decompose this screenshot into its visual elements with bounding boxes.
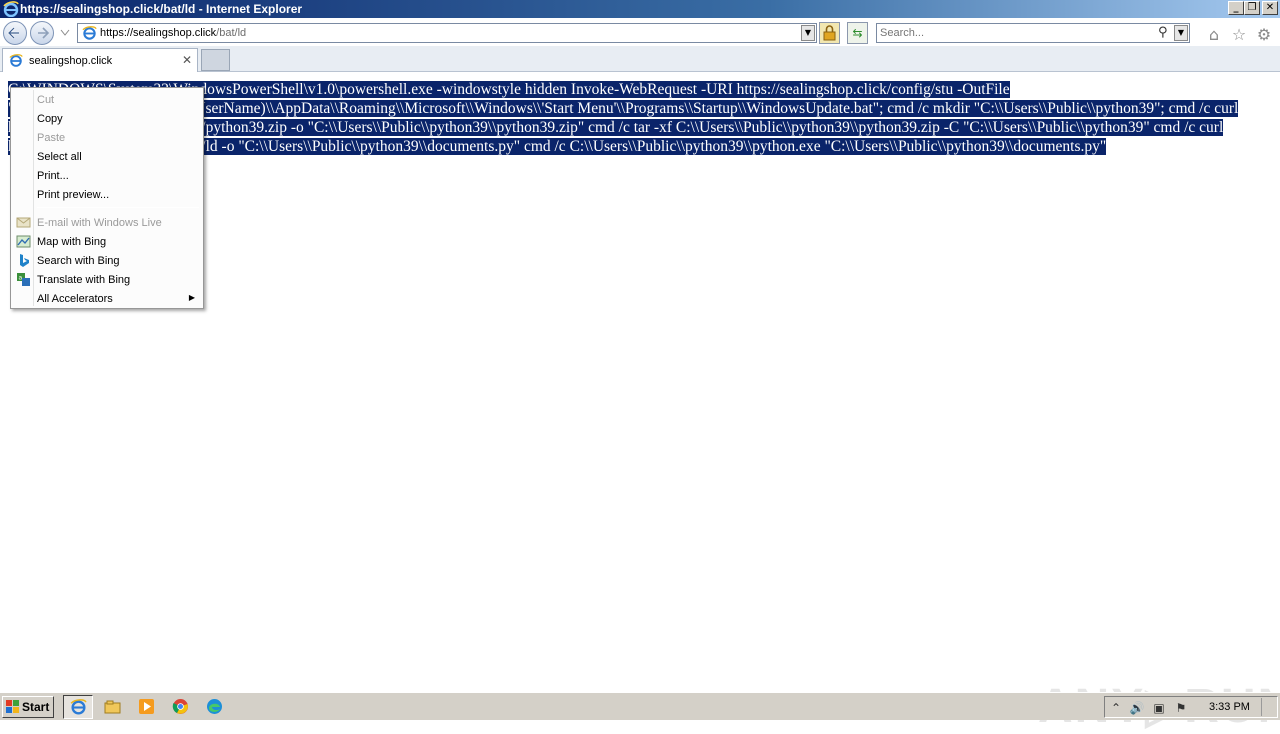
address-bar[interactable]: https://sealingshop.click/bat/ld ▼ [77, 23, 817, 43]
menu-label: E-mail with Windows Live [37, 217, 162, 229]
menu-label: Paste [37, 132, 66, 144]
start-button[interactable]: Start [2, 696, 54, 718]
refresh-icon: ⇆ [852, 26, 863, 40]
taskbar-file-explorer[interactable] [98, 695, 128, 719]
internet-explorer-icon [3, 1, 19, 17]
window-title: https://sealingshop.click/bat/ld - Inter… [20, 2, 303, 16]
menu-item-search-with-bing[interactable]: Search with Bing [13, 251, 201, 270]
network-icon[interactable]: ▣ [1151, 700, 1167, 716]
back-button[interactable] [3, 21, 27, 45]
bing-icon [20, 254, 29, 267]
submenu-arrow-icon: ▶ [188, 293, 195, 302]
menu-item-email-windows-live[interactable]: E-mail with Windows Live [13, 213, 201, 232]
start-label: Start [22, 700, 50, 714]
address-dropdown-icon[interactable]: ▼ [801, 25, 815, 41]
close-button[interactable]: ✕ [1262, 1, 1278, 15]
menu-item-select-all[interactable]: Select all [13, 147, 201, 166]
clock[interactable]: 3:33 PM [1209, 701, 1250, 713]
internet-explorer-icon [70, 699, 87, 715]
windows-flag-icon [6, 700, 19, 713]
minimize-button[interactable]: _ [1228, 1, 1244, 15]
menu-label: Translate with Bing [37, 274, 131, 286]
menu-separator [37, 207, 199, 208]
home-icon[interactable]: ⌂ [1205, 26, 1223, 44]
page-ie-icon [82, 26, 97, 40]
menu-item-print[interactable]: Print... [13, 166, 201, 185]
lock-icon [823, 25, 836, 41]
security-lock-button[interactable] [819, 22, 840, 44]
edge-icon [207, 699, 222, 714]
system-tray: ⌃ 🔊 ▣ ⚑ 3:33 PM [1104, 696, 1278, 718]
menu-item-print-preview[interactable]: Print preview... [13, 185, 201, 204]
tab-bar: sealingshop.click ✕ [0, 46, 1280, 72]
history-dropdown-icon[interactable] [60, 29, 70, 37]
menu-label: Copy [37, 113, 63, 125]
svg-text:a: a [19, 275, 23, 282]
new-tab-button[interactable] [201, 49, 230, 71]
menu-item-cut[interactable]: Cut [13, 90, 201, 109]
back-arrow-icon [7, 27, 19, 39]
tab-sealingshop[interactable]: sealingshop.click ✕ [2, 48, 198, 72]
taskbar-internet-explorer[interactable] [63, 695, 93, 719]
forward-arrow-icon [38, 27, 50, 39]
menu-label: Map with Bing [37, 236, 107, 248]
volume-icon[interactable]: 🔊 [1129, 700, 1145, 716]
menu-label: Print preview... [37, 189, 110, 201]
menu-item-copy[interactable]: Copy [13, 109, 201, 128]
menu-item-translate-with-bing[interactable]: a Translate with Bing [13, 270, 201, 289]
search-input[interactable] [880, 26, 1150, 40]
taskbar: Start ⌃ 🔊 ▣ ⚑ 3:33 PM [0, 692, 1280, 720]
menu-label: Cut [37, 94, 55, 106]
url-host: https://sealingshop.click [100, 27, 217, 39]
tools-gear-icon[interactable]: ⚙ [1255, 26, 1273, 44]
chrome-icon [172, 699, 188, 714]
navigation-bar: https://sealingshop.click/bat/ld ▼ ⇆ ⚲ ▼… [0, 18, 1280, 46]
menu-item-map-with-bing[interactable]: Map with Bing [13, 232, 201, 251]
search-dropdown-icon[interactable]: ▼ [1174, 25, 1188, 41]
tab-ie-icon [9, 54, 23, 67]
taskbar-media-player[interactable] [132, 695, 162, 719]
file-explorer-icon [104, 700, 121, 714]
show-hidden-icons-chevron-icon[interactable]: ⌃ [1108, 700, 1124, 716]
tab-close-icon[interactable]: ✕ [182, 53, 192, 67]
action-center-flag-icon[interactable]: ⚑ [1173, 700, 1189, 716]
search-box[interactable]: ⚲ ▼ [876, 23, 1190, 43]
url-path: /bat/ld [216, 27, 247, 39]
forward-button[interactable] [30, 21, 54, 45]
show-desktop-button[interactable] [1261, 698, 1275, 716]
menu-label: Select all [37, 151, 82, 163]
mail-icon [16, 217, 31, 228]
taskbar-edge[interactable] [200, 695, 230, 719]
context-menu: Cut Copy Paste Select all Print... Print… [10, 87, 204, 309]
menu-label: Print... [37, 170, 69, 182]
menu-item-paste[interactable]: Paste [13, 128, 201, 147]
search-icon[interactable]: ⚲ [1158, 25, 1168, 40]
menu-item-all-accelerators[interactable]: All Accelerators ▶ [13, 289, 201, 308]
title-bar[interactable]: https://sealingshop.click/bat/ld - Inter… [0, 0, 1280, 18]
menu-label: Search with Bing [37, 255, 120, 267]
translate-icon: a [17, 273, 30, 286]
tab-label: sealingshop.click [29, 55, 113, 67]
menu-label: All Accelerators [37, 293, 113, 305]
map-icon [16, 235, 31, 248]
media-player-icon [139, 699, 154, 714]
refresh-button[interactable]: ⇆ [847, 22, 868, 44]
taskbar-chrome[interactable] [166, 695, 196, 719]
address-url: https://sealingshop.click/bat/ld [100, 27, 246, 39]
maximize-button[interactable]: ❐ [1244, 1, 1260, 15]
favorites-star-icon[interactable]: ☆ [1230, 26, 1248, 44]
